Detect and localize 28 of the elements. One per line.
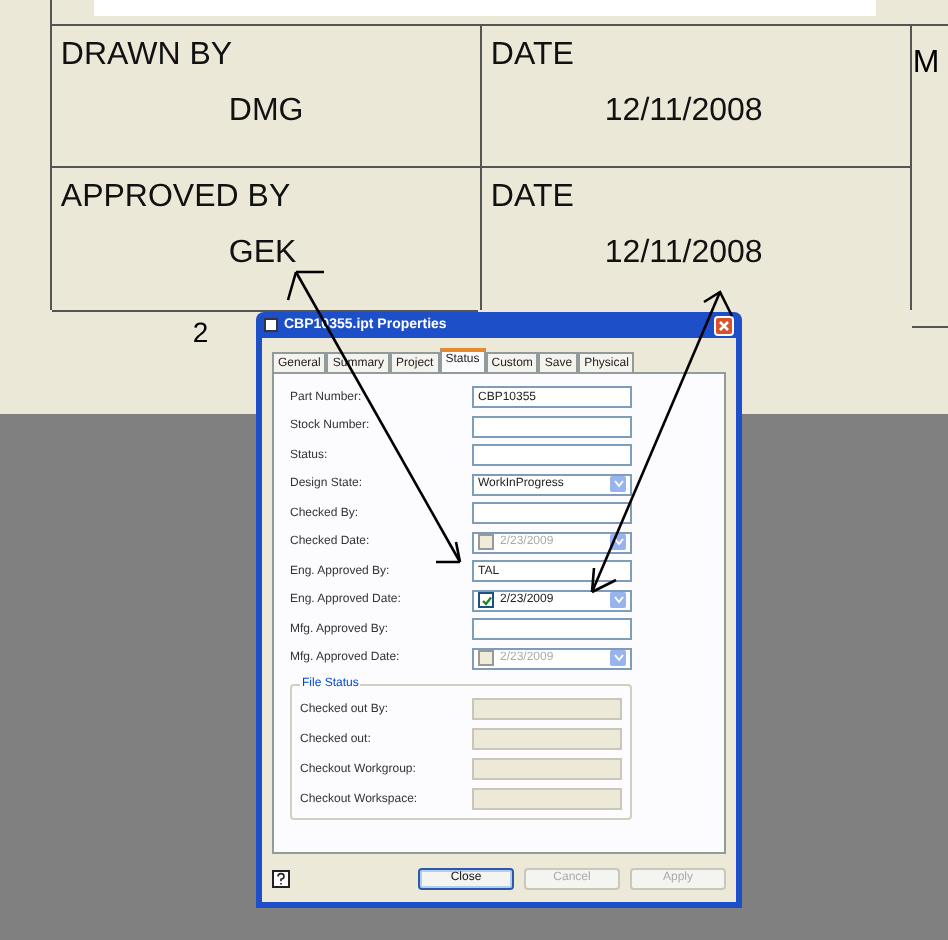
help-icon[interactable] (272, 869, 290, 887)
cell-label: M (912, 46, 940, 80)
cell-value: 12/11/2008 (604, 94, 765, 130)
cell-value: DMG (228, 94, 306, 130)
input-field[interactable] (472, 788, 622, 810)
checkbox[interactable] (478, 592, 494, 608)
input-field[interactable] (472, 728, 622, 750)
document-icon (264, 318, 278, 332)
cell-label: DRAWN BY (60, 38, 235, 74)
input-field[interactable] (472, 415, 632, 437)
checkbox[interactable] (478, 650, 494, 666)
input-field[interactable] (472, 502, 632, 524)
input-field[interactable] (472, 444, 632, 466)
cell-label: APPROVED BY (60, 180, 293, 216)
cell-value: 12/11/2008 (604, 236, 765, 272)
input-field[interactable] (472, 698, 622, 720)
checkbox[interactable] (478, 534, 494, 550)
close-icon (718, 319, 730, 331)
caret-icon (610, 476, 626, 492)
input-field[interactable] (472, 758, 622, 780)
cell-label: DATE (490, 38, 576, 74)
input-field[interactable] (472, 618, 632, 640)
cell-value: GEK (228, 236, 299, 272)
cell-label: DATE (490, 180, 576, 216)
close-button[interactable] (714, 315, 734, 335)
caret-icon (610, 592, 626, 608)
caret-icon (610, 650, 626, 666)
sheet-number: 2 (192, 316, 209, 348)
